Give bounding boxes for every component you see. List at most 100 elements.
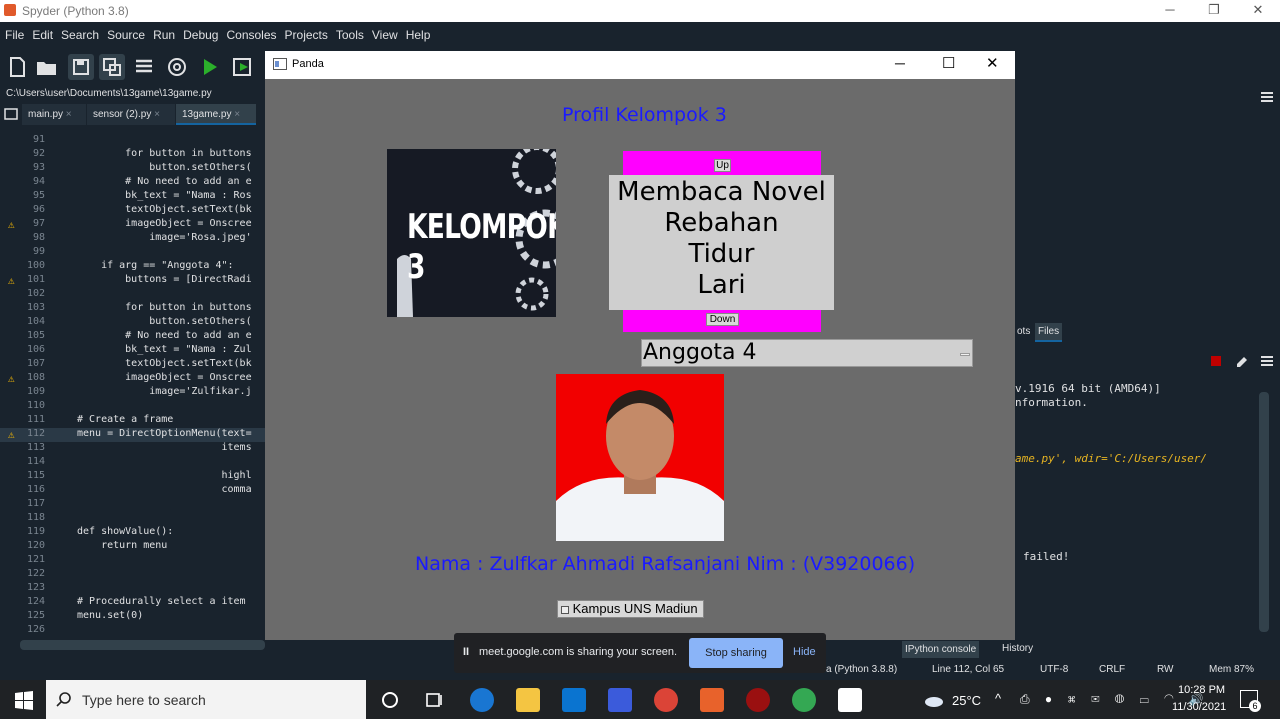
line-number: 109 [26,386,45,397]
code-line: 119 def showValue(): [0,526,265,540]
warning-icon[interactable]: ⚠ [8,218,15,231]
xampp-icon[interactable] [700,688,724,712]
code-text: # Create a frame [77,414,174,425]
tab-label: sensor (2).py [93,109,152,120]
tab-sensor-py[interactable]: sensor (2).py × [87,104,175,125]
weather-cloud-icon[interactable] [922,688,946,712]
code-text: comma [77,484,252,495]
tab-close-icon[interactable]: × [66,109,72,120]
status-cursor-position: Line 112, Col 65 [932,664,1005,675]
code-text: menu.set(0) [77,610,144,621]
code-line: 95 bk_text = "Nama : Ros [0,190,265,204]
options-menu-icon[interactable] [1259,90,1275,104]
member-option-menu[interactable]: Anggota 4 [641,339,973,367]
checkbox-box-icon[interactable] [561,605,569,614]
line-number: 123 [26,582,45,593]
code-line: 92 for button in buttons [0,148,265,162]
line-number: 119 [26,526,45,537]
cortana-icon[interactable] [378,688,402,712]
clock-time[interactable]: 10:28 PM [1178,684,1225,696]
at-icon[interactable] [164,54,190,80]
code-editor[interactable]: 91 92 for button in buttons 93 button.setO… [0,128,265,640]
menu-view[interactable]: View [367,22,401,42]
checkbox-label: Kampus UNS Madiun [572,601,698,616]
file-explorer-icon[interactable] [516,688,540,712]
code-line: 93 button.setOthers( [0,162,265,176]
windows-start-icon[interactable] [12,688,36,712]
panda-close-button[interactable]: ✕ [986,54,999,72]
menu-edit[interactable]: Edit [27,22,56,42]
warning-icon[interactable]: ⚠ [8,274,15,287]
task-view-icon[interactable] [422,688,446,712]
warning-icon[interactable]: ⚠ [8,372,15,385]
new-file-icon[interactable] [4,54,30,80]
ipython-console[interactable]: v.1916 64 bit (AMD64)] nformation. ame.p… [1015,378,1255,638]
menu-tools[interactable]: Tools [331,22,367,42]
run-cell-icon[interactable] [230,54,256,80]
code-line: 99 [0,246,265,260]
line-number: 99 [32,246,45,257]
spyder-icon[interactable] [746,688,770,712]
browse-tabs-icon[interactable] [4,107,18,121]
weather-temp[interactable]: 25°C [952,693,981,708]
tab-main-py[interactable]: main.py × [22,104,86,125]
open-folder-icon[interactable] [34,54,60,80]
line-number: 113 [26,442,45,453]
taskbar-search-box[interactable]: Type here to search [46,680,366,719]
panda-minimize-button[interactable]: ─ [895,55,905,71]
code-line: 102 [0,288,265,302]
run-icon[interactable] [197,54,223,80]
tab-history[interactable]: History [999,640,1037,657]
console-options-icon[interactable] [1259,354,1275,368]
save-icon[interactable] [68,54,94,80]
maximize-button[interactable]: ❐ [1192,0,1236,22]
panda-maximize-button[interactable]: ☐ [942,54,955,72]
editor-horizontal-scrollbar[interactable] [20,640,265,650]
warning-icon[interactable]: ⚠ [8,428,15,441]
app-icon[interactable] [608,688,632,712]
tray-chevron-icon[interactable]: ^ [995,691,1001,706]
campus-checkbox[interactable]: Kampus UNS Madiun [557,600,704,618]
code-text: # No need to add an e [77,176,252,187]
tab-13game-py[interactable]: 13game.py × [176,104,256,125]
desktop: Spyder (Python 3.8) ─ ❐ ✕ File Edit Search… [0,0,1280,719]
edge-icon[interactable] [470,688,494,712]
code-line: 115 highl [0,470,265,484]
tab-close-icon[interactable]: × [234,109,240,120]
eraser-icon[interactable] [1235,354,1249,368]
code-text: # Procedurally select a item [77,596,246,607]
minimize-button[interactable]: ─ [1148,0,1192,22]
tab-plots[interactable]: ots [1015,324,1033,339]
mail-icon[interactable] [562,688,586,712]
menu-consoles[interactable]: Consoles [221,22,279,42]
menu-search[interactable]: Search [56,22,102,42]
screen-share-bar: II meet.google.com is sharing your scree… [454,633,826,673]
menu-help[interactable]: Help [401,22,434,42]
menu-source[interactable]: Source [102,22,148,42]
code-line: 108 ⚠ imageObject = Onscree [0,372,265,386]
stop-kernel-icon[interactable] [1211,356,1221,366]
search-placeholder: Type here to search [82,692,206,708]
stop-sharing-button[interactable]: Stop sharing [689,638,783,668]
tab-close-icon[interactable]: × [154,109,160,120]
menu-file[interactable]: File [0,22,27,42]
list-icon[interactable] [131,54,157,80]
save-all-icon[interactable] [99,54,125,80]
line-number: 106 [26,344,45,355]
chrome-icon[interactable] [792,688,816,712]
panda-taskbar-icon[interactable] [838,688,862,712]
right-panel: ots Files v.1916 64 bit (AMD64)] nformat… [902,52,1280,662]
menu-run[interactable]: Run [148,22,178,42]
clock-date[interactable]: 11/30/2021 [1172,701,1226,713]
menu-projects[interactable]: Projects [280,22,331,42]
tab-files[interactable]: Files [1035,323,1063,342]
close-button[interactable]: ✕ [1236,0,1280,22]
scroll-down-button[interactable]: Down [706,313,739,326]
menu-debug[interactable]: Debug [178,22,221,42]
line-number: 97 [32,218,45,229]
console-scrollbar[interactable] [1259,392,1269,632]
chrome-profile-icon[interactable] [654,688,678,712]
scroll-up-button[interactable]: Up [714,159,731,172]
tab-ipython-console[interactable]: IPython console [902,641,980,658]
hide-button[interactable]: Hide [793,646,816,658]
